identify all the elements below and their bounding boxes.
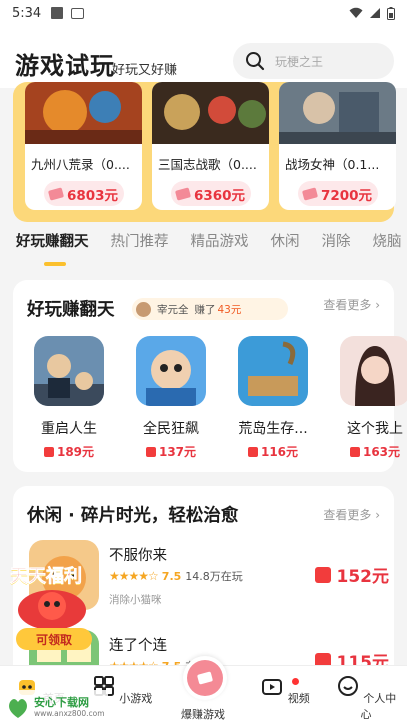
nav-hot-games[interactable]: 爆赚游戏 xyxy=(168,706,238,722)
nav-video[interactable]: 视频 xyxy=(250,674,320,706)
game-item[interactable]: 荒岛生存... 116元 xyxy=(233,336,313,460)
featured-banner: 九州八荒录（0.... 6803元 三国志战歌（0.... 6360元 战场女神… xyxy=(13,82,396,222)
game-meta: ★★★★☆ 7.5 14.8万在玩 xyxy=(109,568,243,584)
notification-icon xyxy=(51,7,64,19)
watermark-logo xyxy=(9,699,27,718)
game-icon xyxy=(34,336,104,406)
rating-value: 7.5 xyxy=(161,569,182,583)
see-more-link[interactable]: 查看更多 › xyxy=(323,506,380,523)
game-name: 连了个连 xyxy=(109,638,167,654)
game-name: 这个我上 xyxy=(347,421,403,437)
game-icon xyxy=(340,336,407,406)
tab-casual[interactable]: 休闲 xyxy=(271,230,300,268)
coupon-icon xyxy=(174,186,192,201)
section-title: 好玩赚翻天 xyxy=(27,300,115,320)
featured-price: 6803元 xyxy=(43,181,124,206)
game-name: 全民狂飙 xyxy=(143,421,199,437)
coupon-icon xyxy=(247,446,258,457)
players-count: 14.8万在玩 xyxy=(185,570,243,583)
game-item[interactable]: 重启人生 189元 xyxy=(29,336,109,460)
avatar xyxy=(136,301,151,317)
section-title: 休闲 · 碎片时光，轻松治愈 xyxy=(27,506,239,526)
see-more-link[interactable]: 查看更多 › xyxy=(323,296,380,313)
daily-bonus-promo[interactable]: 天天福利 可领取 xyxy=(6,558,102,658)
game-name: 荒岛生存... xyxy=(238,421,308,437)
game-price: 137元 xyxy=(131,443,211,460)
featured-card[interactable]: 九州八荒录（0.... 6803元 xyxy=(25,82,142,210)
claim-button[interactable]: 可领取 xyxy=(16,628,92,650)
watermark-name: 安心下载网 xyxy=(34,696,89,709)
game-price: 152元 xyxy=(314,562,389,587)
featured-title: 三国志战歌（0.... xyxy=(158,157,257,172)
search-bar[interactable]: 玩梗之王 xyxy=(233,43,394,79)
featured-title: 战场女神（0.1... xyxy=(285,157,380,172)
tab-premium[interactable]: 精品游戏 xyxy=(191,230,249,268)
rating-stars: ★★★★☆ xyxy=(109,569,159,583)
notification-dot xyxy=(292,678,299,685)
wifi-icon xyxy=(349,7,363,18)
tab-match[interactable]: 消除 xyxy=(322,230,351,268)
tab-brain[interactable]: 烧脑 xyxy=(373,230,402,268)
screenshot-icon xyxy=(71,7,85,19)
battery-icon xyxy=(387,6,395,20)
search-icon xyxy=(246,52,265,71)
coupon-icon xyxy=(47,186,65,201)
app-brand-title: 游戏试玩 xyxy=(15,52,115,80)
status-time: 5:34 xyxy=(12,5,42,21)
coupon-icon xyxy=(314,566,331,583)
header: 游戏试玩 好玩又好赚 玩梗之王 xyxy=(0,26,407,88)
active-tab-indicator xyxy=(44,262,66,266)
coupon-icon xyxy=(145,446,156,457)
featured-game-image xyxy=(279,82,396,144)
game-icon xyxy=(238,336,308,406)
search-placeholder: 玩梗之王 xyxy=(275,54,324,69)
watermark-url: www.anxz800.com xyxy=(34,709,105,718)
earn-amount: 43元 xyxy=(217,303,242,316)
earn-prefix: 赚了 xyxy=(194,303,216,316)
nav-profile[interactable]: 个人中心 xyxy=(331,674,401,722)
profile-icon xyxy=(337,676,358,696)
tab-recommend[interactable]: 热门推荐 xyxy=(111,230,169,268)
featured-price: 7200元 xyxy=(297,181,378,206)
video-icon xyxy=(262,679,283,695)
game-subtitle: 消除小猫咪 xyxy=(109,594,162,606)
game-name: 重启人生 xyxy=(41,421,97,437)
promo-title: 天天福利 xyxy=(10,566,83,588)
featured-title: 九州八荒录（0.... xyxy=(31,157,130,172)
game-price: 163元 xyxy=(335,443,407,460)
section-hot-earn: 好玩赚翻天 宰元全 赚了 43元 查看更多 › 重启人生 189元 全民狂飙 1… xyxy=(13,280,407,472)
game-price: 116元 xyxy=(233,443,313,460)
featured-card[interactable]: 三国志战歌（0.... 6360元 xyxy=(152,82,269,210)
coupon-icon xyxy=(301,186,319,201)
coupon-icon xyxy=(43,446,54,457)
status-bar: 5:34 xyxy=(0,0,407,26)
coupon-icon xyxy=(349,446,360,457)
featured-game-image xyxy=(25,82,142,144)
nav-center-badge[interactable] xyxy=(183,656,227,700)
game-name: 不服你来 xyxy=(109,548,167,564)
game-item[interactable]: 这个我上 163元 xyxy=(335,336,407,460)
earn-ticker: 宰元全 赚了 43元 xyxy=(132,298,288,320)
game-price: 189元 xyxy=(29,443,109,460)
chevron-right-icon: › xyxy=(375,508,380,522)
featured-price: 6360元 xyxy=(170,181,251,206)
featured-game-image xyxy=(152,82,269,144)
app-slogan: 好玩又好赚 xyxy=(112,63,178,78)
coupon-icon xyxy=(197,671,213,685)
earn-user: 宰元全 xyxy=(157,303,189,316)
featured-card[interactable]: 战场女神（0.1... 7200元 xyxy=(279,82,396,210)
watermark: 安心下载网 www.anxz800.com xyxy=(0,690,108,725)
chevron-right-icon: › xyxy=(375,298,380,312)
game-icon xyxy=(136,336,206,406)
game-item[interactable]: 全民狂飙 137元 xyxy=(131,336,211,460)
signal-icon xyxy=(370,8,380,18)
